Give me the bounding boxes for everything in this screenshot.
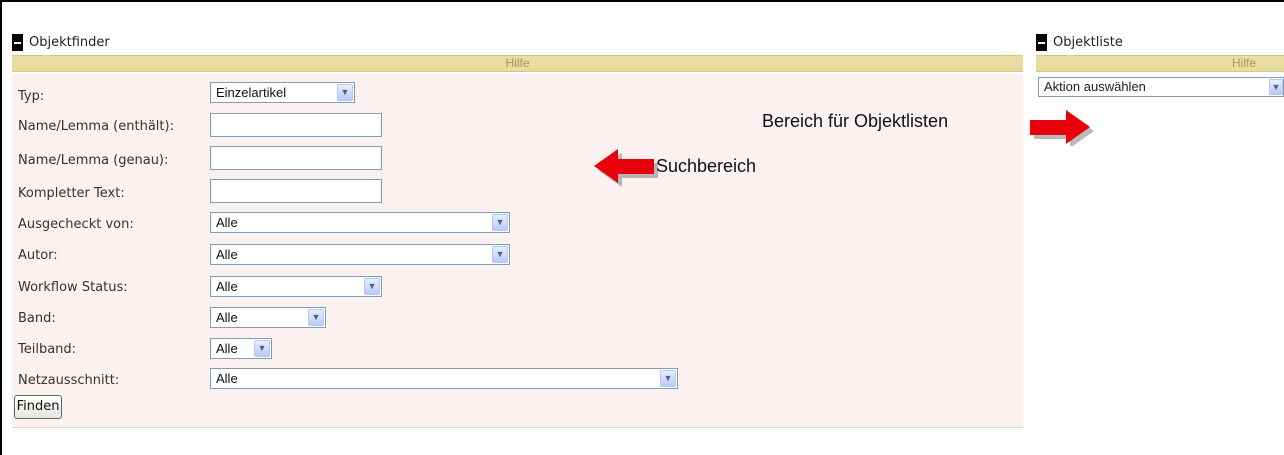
author-select[interactable]: Alle ▼ [210,244,510,265]
typ-select[interactable]: Einzelartikel ▼ [210,82,355,103]
action-select[interactable]: Aktion auswählen ▼ [1038,77,1284,97]
list-title: Objektliste [1053,34,1123,50]
chevron-down-icon[interactable]: ▼ [492,214,508,231]
field-label-name-contains: Name/Lemma (enthält): [18,119,174,134]
chevron-down-icon[interactable]: ▼ [1269,79,1283,95]
field-label-typ: Typ: [18,89,45,104]
teilband-select[interactable]: Alle ▼ [210,338,272,359]
field-label-workflow-status: Workflow Status: [18,280,128,295]
list-header: Objektliste [1036,32,1123,52]
chevron-down-icon[interactable]: ▼ [337,84,353,101]
red-arrow-left-icon [594,149,658,187]
field-label-full-text: Kompletter Text: [18,186,125,201]
find-button[interactable]: Finden [14,395,62,419]
workflow-status-select[interactable]: Alle ▼ [210,276,382,297]
field-label-author: Autor: [18,248,58,263]
field-label-teilband: Teilband: [18,342,77,357]
chevron-down-icon[interactable]: ▼ [660,370,676,387]
finder-help-link[interactable]: Hilfe [12,55,1023,72]
red-arrow-right-icon [1030,110,1094,146]
teilband-value: Alle [216,341,238,356]
checked-out-by-select[interactable]: Alle ▼ [210,212,510,233]
chevron-down-icon[interactable]: ▼ [364,278,380,295]
action-select-value: Aktion auswählen [1044,79,1146,94]
finder-header: Objektfinder [12,32,110,52]
name-contains-input[interactable] [210,113,382,137]
netzausschnitt-value: Alle [216,371,238,386]
collapse-icon[interactable] [12,33,23,51]
author-value: Alle [216,247,238,262]
finder-title: Objektfinder [29,34,110,50]
checked-out-by-value: Alle [216,215,238,230]
chevron-down-icon[interactable]: ▼ [492,246,508,263]
field-label-band: Band: [18,311,56,326]
field-label-checked-out-by: Ausgecheckt von: [18,217,134,232]
chevron-down-icon[interactable]: ▼ [308,309,324,326]
list-help-link[interactable]: Hilfe [1036,55,1284,72]
band-value: Alle [216,310,238,325]
typ-select-value: Einzelartikel [216,85,287,100]
list-area-annotation: Bereich für Objektlisten [762,111,949,131]
netzausschnitt-select[interactable]: Alle ▼ [210,368,678,389]
name-exact-input[interactable] [210,146,382,170]
field-label-netzausschnitt: Netzausschnitt: [18,373,120,388]
collapse-icon[interactable] [1036,33,1047,51]
field-label-name-exact: Name/Lemma (genau): [18,153,169,168]
chevron-down-icon[interactable]: ▼ [254,340,270,357]
band-select[interactable]: Alle ▼ [210,307,326,328]
search-area-annotation: Suchbereich [656,156,757,176]
full-text-input[interactable] [210,179,382,203]
list-help-label: Hilfe [1231,56,1256,70]
workflow-status-value: Alle [216,279,238,294]
